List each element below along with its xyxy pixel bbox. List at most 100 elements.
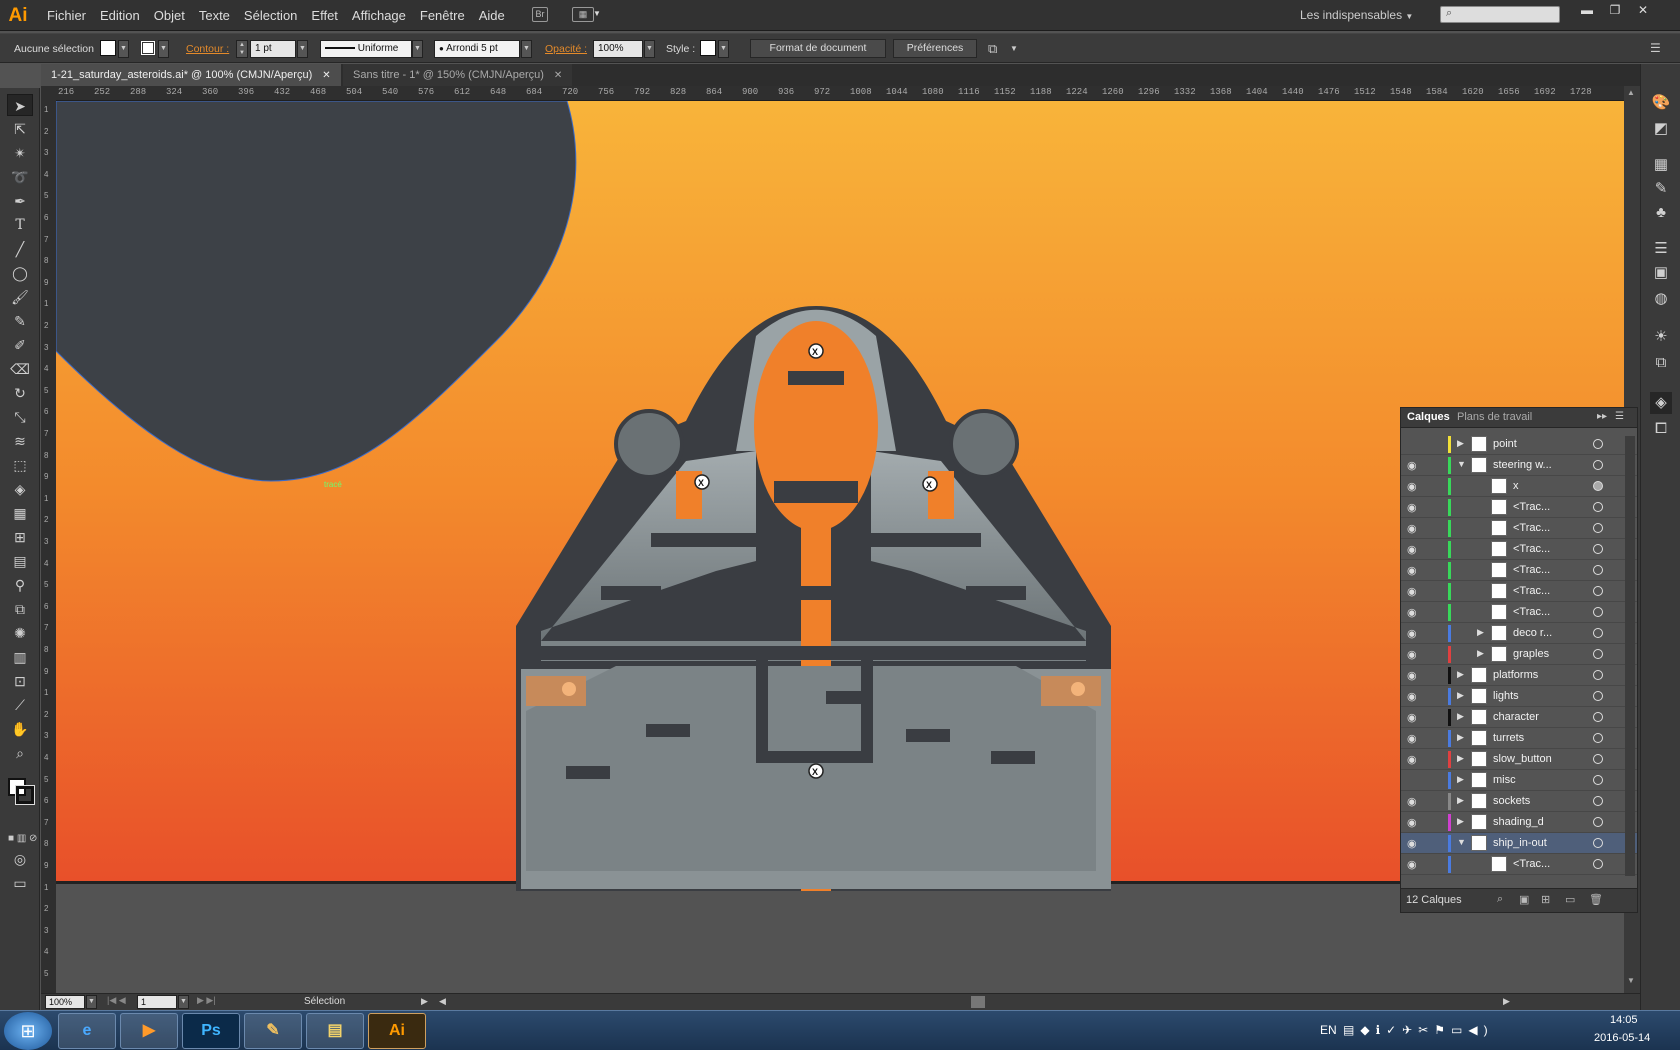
scroll-right-icon[interactable]: ▶ — [1503, 996, 1510, 1007]
magic-wand-tool-icon[interactable]: ✴ — [7, 142, 33, 164]
collapse-icon[interactable]: ▸▸ — [1597, 411, 1607, 422]
target-circle-icon[interactable] — [1593, 565, 1603, 575]
menu-fenetre[interactable]: Fenêtre — [413, 8, 472, 23]
line-tool-icon[interactable]: ╱ — [7, 238, 33, 260]
expand-arrow-icon[interactable]: ▶ — [1477, 627, 1484, 638]
layer-row[interactable]: ◉ ▶ turrets — [1401, 728, 1637, 749]
perspective-grid-tool-icon[interactable]: ▦ — [7, 502, 33, 524]
photoshop-taskbar-button[interactable]: Ps — [182, 1013, 240, 1049]
arrange-documents-icon[interactable]: ▦ — [572, 7, 594, 22]
visibility-eye-icon[interactable]: ◉ — [1407, 795, 1417, 808]
pen-tool-icon[interactable]: ✒ — [7, 190, 33, 212]
layers-icon[interactable]: ◈ — [1650, 392, 1672, 414]
lasso-tool-icon[interactable]: ➰ — [7, 166, 33, 188]
visibility-eye-icon[interactable]: ◉ — [1407, 564, 1417, 577]
clock-time[interactable]: 14:05 — [1610, 1014, 1638, 1026]
menu-effet[interactable]: Effet — [304, 8, 345, 23]
shape-builder-tool-icon[interactable]: ◈ — [7, 478, 33, 500]
appearance-icon[interactable]: ☀ — [1650, 326, 1672, 348]
warp-tool-icon[interactable]: ≋ — [7, 430, 33, 452]
paintbrush-tool-icon[interactable]: 🖌 — [7, 286, 33, 308]
visibility-eye-icon[interactable]: ◉ — [1407, 690, 1417, 703]
artboard-nav-first-icon[interactable]: |◀ ◀ — [107, 995, 126, 1006]
restore-button[interactable]: ❐ — [1604, 3, 1626, 17]
arrange-icon[interactable]: ⧉ — [988, 41, 997, 57]
visibility-eye-icon[interactable]: ◉ — [1407, 711, 1417, 724]
canvas[interactable]: tracé X X X X — [56, 101, 1624, 993]
zoom-dropdown[interactable]: ▼ — [86, 995, 97, 1009]
visibility-eye-icon[interactable]: ◉ — [1407, 858, 1417, 871]
scroll-up-icon[interactable]: ▲ — [1627, 88, 1635, 97]
layer-name[interactable]: sockets — [1493, 795, 1530, 807]
expand-arrow-icon[interactable]: ▶ — [1457, 732, 1464, 743]
layer-name[interactable]: x — [1513, 480, 1519, 492]
layer-row[interactable]: ◉ <Trac... — [1401, 581, 1637, 602]
layer-name[interactable]: turrets — [1493, 732, 1524, 744]
expand-arrow-icon[interactable]: ▼ — [1457, 459, 1466, 469]
blend-tool-icon[interactable]: ⧉ — [7, 598, 33, 620]
tab-asteroids[interactable]: 1-21_saturday_asteroids.ai* @ 100% (CMJN… — [41, 64, 341, 86]
visibility-eye-icon[interactable]: ◉ — [1407, 669, 1417, 682]
style-dropdown[interactable]: ▼ — [718, 40, 729, 58]
layer-row[interactable]: ◉ ▼ steering w... — [1401, 455, 1637, 476]
expand-arrow-icon[interactable]: ▼ — [1457, 837, 1466, 847]
visibility-eye-icon[interactable]: ◉ — [1407, 480, 1417, 493]
visibility-eye-icon[interactable]: ◉ — [1407, 543, 1417, 556]
target-circle-icon[interactable] — [1593, 523, 1603, 533]
visibility-eye-icon[interactable]: ◉ — [1407, 816, 1417, 829]
tab-layers[interactable]: Calques — [1407, 411, 1450, 423]
target-circle-icon[interactable] — [1593, 775, 1603, 785]
scroll-left-icon[interactable]: ◀ — [439, 996, 446, 1007]
transparency-icon[interactable]: ◍ — [1650, 288, 1672, 310]
fill-swatch[interactable] — [100, 40, 116, 56]
layer-name[interactable]: character — [1493, 711, 1539, 723]
layer-row[interactable]: ◉ ▶ character — [1401, 707, 1637, 728]
layer-row[interactable]: ◉ ▶ sockets — [1401, 791, 1637, 812]
stroke-label[interactable]: Contour : — [186, 43, 229, 55]
target-circle-icon[interactable] — [1593, 628, 1603, 638]
menu-affichage[interactable]: Affichage — [345, 8, 413, 23]
menu-texte[interactable]: Texte — [192, 8, 237, 23]
expand-arrow-icon[interactable]: ▶ — [1477, 648, 1484, 659]
brush-field[interactable]: ● Arrondi 5 pt — [434, 40, 520, 58]
selection-tool-icon[interactable]: ➤ — [7, 94, 33, 116]
artboard-dropdown[interactable]: ▼ — [178, 995, 189, 1009]
new-layer-icon[interactable]: ▭ — [1565, 893, 1575, 906]
menu-edition[interactable]: Edition — [93, 8, 147, 23]
zoom-tool-icon[interactable]: ⌕ — [7, 742, 33, 764]
layer-row[interactable]: ◉ ▼ ship_in-out — [1401, 833, 1637, 854]
opacity-dropdown[interactable]: ▼ — [644, 40, 655, 58]
search-input[interactable] — [1440, 6, 1560, 23]
type-tool-icon[interactable]: T — [7, 214, 33, 236]
opacity-label[interactable]: Opacité : — [545, 43, 587, 55]
target-circle-icon[interactable] — [1593, 481, 1603, 491]
make-clipping-mask-icon[interactable]: ▣ — [1519, 893, 1529, 906]
expand-arrow-icon[interactable]: ▶ — [1457, 669, 1464, 680]
gradient-icon[interactable]: ▣ — [1650, 262, 1672, 284]
artboard-tool-icon[interactable]: ⊡ — [7, 670, 33, 692]
tray-icons[interactable]: ▤◆ℹ✓✈✂⚑▭◀) — [1343, 1023, 1494, 1037]
stroke-weight-dropdown[interactable]: ▼ — [297, 40, 308, 58]
layer-name[interactable]: misc — [1493, 774, 1516, 786]
target-circle-icon[interactable] — [1593, 712, 1603, 722]
layers-scrollbar[interactable] — [1625, 436, 1635, 876]
eyedropper-tool-icon[interactable]: ⚲ — [7, 574, 33, 596]
visibility-eye-icon[interactable]: ◉ — [1407, 606, 1417, 619]
mesh-tool-icon[interactable]: ⊞ — [7, 526, 33, 548]
color-palette-icon[interactable]: 🎨 — [1650, 92, 1672, 114]
file-explorer-icon[interactable]: ▤ — [306, 1013, 364, 1049]
layer-row[interactable]: ◉ <Trac... — [1401, 602, 1637, 623]
artboard-number-field[interactable]: 1 — [137, 995, 177, 1009]
illustrator-taskbar-button[interactable]: Ai — [368, 1013, 426, 1049]
chevron-down-icon[interactable]: ▼ — [1010, 44, 1018, 53]
layer-name[interactable]: graples — [1513, 648, 1549, 660]
tab-artboards[interactable]: Plans de travail — [1457, 411, 1532, 423]
slice-tool-icon[interactable]: ⟋ — [7, 694, 33, 716]
target-circle-icon[interactable] — [1593, 754, 1603, 764]
bridge-button[interactable]: Br — [532, 7, 548, 22]
internet-explorer-icon[interactable]: e — [58, 1013, 116, 1049]
target-circle-icon[interactable] — [1593, 439, 1603, 449]
target-circle-icon[interactable] — [1593, 838, 1603, 848]
close-button[interactable]: ✕ — [1632, 3, 1654, 17]
visibility-eye-icon[interactable]: ◉ — [1407, 522, 1417, 535]
